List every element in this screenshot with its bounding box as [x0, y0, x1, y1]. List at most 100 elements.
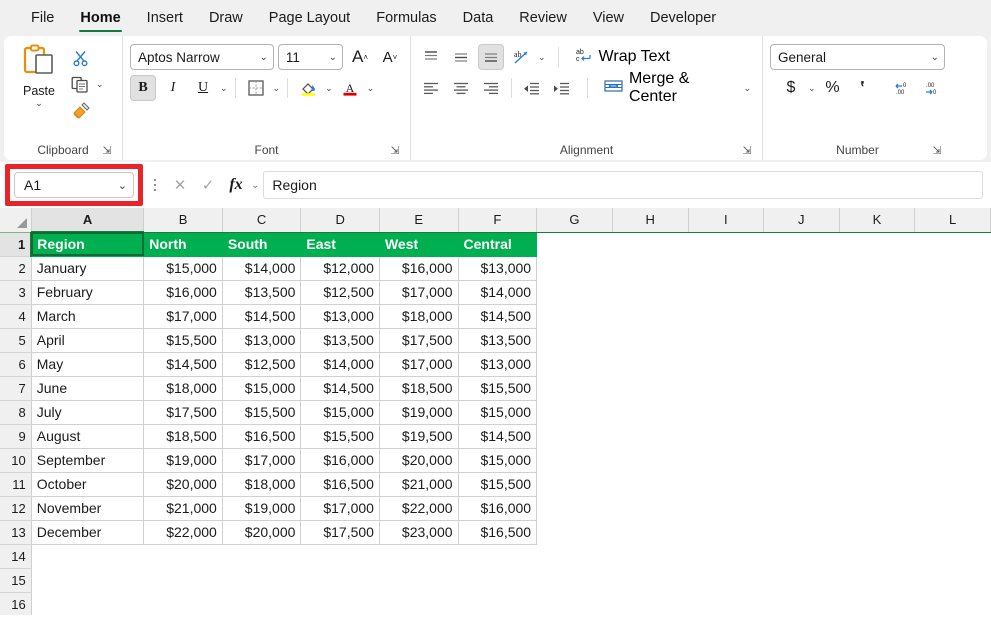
cell-I9[interactable]	[688, 424, 764, 448]
cell-C6[interactable]: $12,500	[222, 352, 302, 377]
cell-G16[interactable]	[536, 592, 613, 615]
cell-J7[interactable]	[763, 376, 840, 400]
cell-E5[interactable]: $17,500	[379, 328, 459, 353]
cell-C14[interactable]	[222, 544, 301, 568]
cell-E10[interactable]: $20,000	[379, 448, 459, 473]
cell-C7[interactable]: $15,000	[222, 376, 302, 401]
cell-J13[interactable]	[763, 520, 840, 544]
row-header-5[interactable]: 5	[0, 328, 32, 353]
cell-F7[interactable]: $15,500	[458, 376, 538, 401]
font-name-combo[interactable]: Aptos Narrow ⌄	[130, 44, 274, 70]
cell-G10[interactable]	[536, 448, 613, 472]
cell-H3[interactable]	[612, 280, 689, 304]
accounting-format-icon[interactable]: $	[778, 75, 804, 101]
cell-B10[interactable]: $19,000	[143, 448, 223, 473]
cell-E11[interactable]: $21,000	[379, 472, 459, 497]
font-size-combo[interactable]: 11 ⌄	[277, 44, 343, 70]
formula-bar-grip[interactable]	[148, 178, 162, 192]
row-header-3[interactable]: 3	[0, 280, 32, 305]
cell-D7[interactable]: $14,500	[300, 376, 380, 401]
col-header-D[interactable]: D	[300, 208, 380, 233]
cell-H12[interactable]	[612, 496, 689, 520]
cell-E4[interactable]: $18,000	[379, 304, 459, 329]
tab-page-layout[interactable]: Page Layout	[256, 0, 363, 36]
cell-G2[interactable]	[536, 256, 613, 280]
col-header-H[interactable]: H	[612, 208, 689, 233]
cell-H13[interactable]	[612, 520, 689, 544]
cell-L8[interactable]	[914, 400, 991, 424]
row-header-9[interactable]: 9	[0, 424, 32, 449]
row-header-12[interactable]: 12	[0, 496, 32, 521]
row-header-4[interactable]: 4	[0, 304, 32, 329]
cell-K15[interactable]	[839, 568, 915, 592]
cell-H9[interactable]	[612, 424, 689, 448]
cell-L15[interactable]	[914, 568, 991, 592]
font-dialog-launcher[interactable]: ⇲	[389, 145, 401, 157]
cell-E12[interactable]: $22,000	[379, 496, 459, 521]
cell-A12[interactable]: November	[31, 496, 145, 521]
cell-E1[interactable]: West	[379, 232, 459, 257]
format-painter-icon[interactable]	[67, 97, 93, 123]
cell-K2[interactable]	[839, 256, 915, 280]
cell-D9[interactable]: $15,500	[300, 424, 380, 449]
align-middle-icon[interactable]	[448, 44, 474, 70]
cell-D8[interactable]: $15,000	[300, 400, 380, 425]
cell-D4[interactable]: $13,000	[300, 304, 380, 329]
cell-J4[interactable]	[763, 304, 840, 328]
cell-K7[interactable]	[839, 376, 915, 400]
cell-K14[interactable]	[839, 544, 915, 568]
cell-A11[interactable]: October	[31, 472, 145, 497]
cell-C4[interactable]: $14,500	[222, 304, 302, 329]
cell-G12[interactable]	[536, 496, 613, 520]
cell-A2[interactable]: January	[31, 256, 145, 281]
col-header-C[interactable]: C	[222, 208, 302, 233]
tab-data[interactable]: Data	[450, 0, 507, 36]
tab-draw[interactable]: Draw	[196, 0, 256, 36]
tab-formulas[interactable]: Formulas	[363, 0, 449, 36]
cell-F12[interactable]: $16,000	[458, 496, 538, 521]
bold-button[interactable]: B	[130, 75, 156, 101]
cell-K11[interactable]	[839, 472, 915, 496]
col-header-G[interactable]: G	[536, 208, 613, 233]
formula-chevron-down-icon[interactable]: ⌄	[250, 180, 263, 191]
increase-indent-icon[interactable]	[549, 75, 575, 101]
alignment-dialog-launcher[interactable]: ⇲	[741, 145, 753, 157]
font-color-chevron-down-icon[interactable]: ⌄	[367, 84, 375, 93]
cell-L13[interactable]	[914, 520, 991, 544]
select-all-corner[interactable]	[0, 208, 32, 233]
col-header-L[interactable]: L	[914, 208, 991, 233]
cell-F4[interactable]: $14,500	[458, 304, 538, 329]
align-top-icon[interactable]	[418, 44, 444, 70]
cell-C2[interactable]: $14,000	[222, 256, 302, 281]
align-bottom-icon[interactable]	[478, 44, 504, 70]
merge-center-button[interactable]: Merge & Center ⌄	[600, 70, 755, 105]
cell-J12[interactable]	[763, 496, 840, 520]
cell-A7[interactable]: June	[31, 376, 145, 401]
cell-J6[interactable]	[763, 352, 840, 376]
cell-C10[interactable]: $17,000	[222, 448, 302, 473]
cell-C8[interactable]: $15,500	[222, 400, 302, 425]
cell-L5[interactable]	[914, 328, 991, 352]
cell-G6[interactable]	[536, 352, 613, 376]
cell-I3[interactable]	[688, 280, 764, 304]
cell-J1[interactable]	[763, 232, 840, 256]
cell-I1[interactable]	[688, 232, 764, 256]
align-left-icon[interactable]	[418, 75, 444, 101]
cell-H6[interactable]	[612, 352, 689, 376]
cell-H14[interactable]	[612, 544, 689, 568]
cell-J9[interactable]	[763, 424, 840, 448]
cell-C3[interactable]: $13,500	[222, 280, 302, 305]
col-header-B[interactable]: B	[143, 208, 223, 233]
text-orientation-icon[interactable]: ab	[508, 44, 534, 70]
cell-B1[interactable]: North	[143, 232, 223, 257]
cell-E14[interactable]	[379, 544, 459, 568]
cell-I5[interactable]	[688, 328, 764, 352]
fill-color-chevron-down-icon[interactable]: ⌄	[325, 84, 333, 93]
tab-file[interactable]: File	[18, 0, 67, 36]
cell-B6[interactable]: $14,500	[143, 352, 223, 377]
cell-I12[interactable]	[688, 496, 764, 520]
merge-center-chevron-down-icon[interactable]: ⌄	[743, 84, 751, 93]
cell-G7[interactable]	[536, 376, 613, 400]
cell-A1[interactable]: Region	[31, 232, 145, 257]
cell-C15[interactable]	[222, 568, 301, 592]
